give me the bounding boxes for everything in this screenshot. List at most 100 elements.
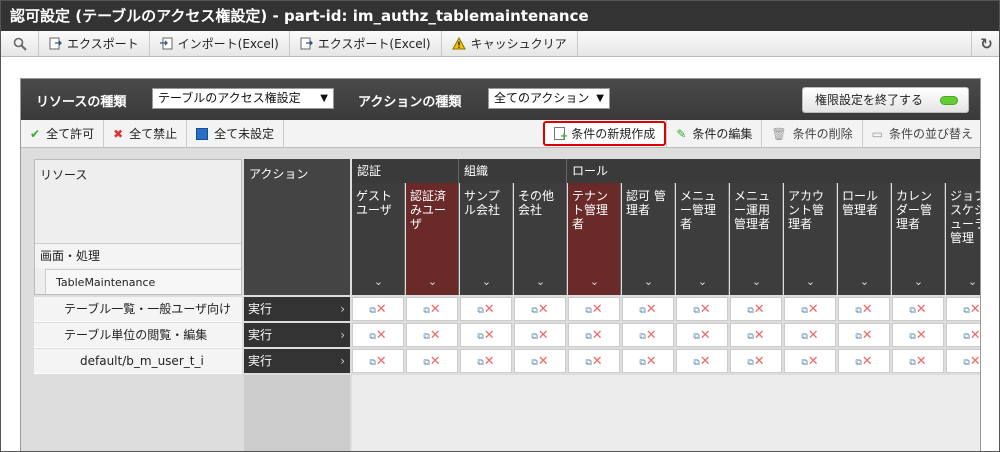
- permission-cell[interactable]: ⧉✕: [514, 323, 566, 347]
- permission-cell[interactable]: ⧉✕: [406, 297, 458, 321]
- permission-cell[interactable]: ⧉✕: [622, 323, 674, 347]
- deny-all-button[interactable]: ✖ 全て禁止: [104, 120, 188, 147]
- export-button[interactable]: エクスポート: [39, 31, 150, 56]
- permission-cell[interactable]: ⧉✕: [406, 323, 458, 347]
- chevron-down-icon[interactable]: ⌄: [676, 275, 728, 289]
- permission-cell[interactable]: ⧉✕: [352, 349, 404, 373]
- deny-icon: ✕: [375, 354, 387, 369]
- permission-cell[interactable]: ⧉✕: [784, 297, 836, 321]
- permission-cell[interactable]: ⧉✕: [568, 297, 620, 321]
- search-button[interactable]: [1, 31, 39, 56]
- chevron-down-icon[interactable]: ⌄: [568, 275, 620, 289]
- chevron-right-icon: ›: [340, 328, 345, 342]
- permission-cell[interactable]: ⧉✕: [352, 323, 404, 347]
- deny-icon: ✕: [591, 302, 603, 317]
- row-action[interactable]: 実行 ›: [244, 349, 350, 373]
- deny-icon: ✕: [753, 354, 765, 369]
- permission-cell[interactable]: ⧉✕: [784, 323, 836, 347]
- status-led-icon: [940, 96, 958, 105]
- permission-cell[interactable]: ⧉✕: [838, 323, 890, 347]
- permission-cell[interactable]: ⧉✕: [514, 349, 566, 373]
- column-header-4[interactable]: テナント管理者 ⌄: [568, 183, 621, 295]
- permission-cell[interactable]: ⧉✕: [730, 349, 782, 373]
- row-action[interactable]: 実行 ›: [244, 323, 350, 347]
- permission-cell[interactable]: ⧉✕: [730, 323, 782, 347]
- new-condition-button[interactable]: + 条件の新規作成: [543, 121, 667, 146]
- permission-cell[interactable]: ⧉✕: [406, 349, 458, 373]
- deny-icon: ✕: [375, 302, 387, 317]
- chevron-down-icon[interactable]: ⌄: [406, 275, 458, 289]
- column-header-9[interactable]: ロール管理者 ⌄: [838, 183, 891, 295]
- column-header-label: メニュー管理者: [680, 189, 717, 231]
- permission-cell[interactable]: ⧉✕: [622, 297, 674, 321]
- column-header-6[interactable]: メニュー管理者 ⌄: [676, 183, 729, 295]
- column-header-11[interactable]: ジョブスケジューラ管理 ⌄: [946, 183, 980, 295]
- chevron-down-icon[interactable]: ⌄: [460, 275, 512, 289]
- column-header-3[interactable]: その他会社 ⌄: [514, 183, 567, 295]
- permission-cell[interactable]: ⧉✕: [676, 323, 728, 347]
- permission-cell[interactable]: ⧉✕: [946, 297, 980, 321]
- column-header-0[interactable]: ゲストユーザ ⌄: [352, 183, 405, 295]
- row-resource[interactable]: テーブル単位の閲覧・編集: [34, 323, 242, 348]
- row-resource[interactable]: default/b_m_user_t_i: [34, 349, 242, 374]
- permission-cell[interactable]: ⧉✕: [892, 349, 944, 373]
- permission-cell[interactable]: ⧉✕: [514, 297, 566, 321]
- chevron-down-icon[interactable]: ⌄: [730, 275, 782, 289]
- import-excel-button[interactable]: インポート(Excel): [150, 31, 290, 56]
- column-header-1[interactable]: 認証済みユーザ ⌄: [406, 183, 459, 295]
- unset-all-button[interactable]: 全て未設定: [187, 120, 285, 147]
- column-header-5[interactable]: 認可 管理者 ⌄: [622, 183, 675, 295]
- column-header-8[interactable]: アカウント管理者 ⌄: [784, 183, 837, 295]
- cache-clear-button[interactable]: キャッシュクリア: [442, 31, 578, 56]
- deny-icon: ✕: [807, 302, 819, 317]
- row-resource[interactable]: テーブル一覧・一般ユーザ向け: [34, 297, 242, 322]
- allow-all-button[interactable]: ✔ 全て許可: [21, 120, 105, 147]
- permission-cell[interactable]: ⧉✕: [568, 349, 620, 373]
- chevron-down-icon[interactable]: ⌄: [352, 275, 404, 289]
- refresh-button[interactable]: ↻: [971, 31, 999, 56]
- chevron-down-icon[interactable]: ⌄: [892, 275, 944, 289]
- action-type-select[interactable]: 全てのアクション ▼: [488, 88, 610, 109]
- permission-cell[interactable]: ⧉✕: [946, 349, 980, 373]
- delete-condition-button[interactable]: 🗑 条件の削除: [761, 120, 861, 147]
- check-icon: ✔: [30, 126, 41, 141]
- deny-icon: ✕: [483, 302, 495, 317]
- permission-cell[interactable]: ⧉✕: [730, 297, 782, 321]
- resource-type-label: リソースの種類: [36, 95, 127, 110]
- resource-type-select[interactable]: テーブルのアクセス権設定 ▼: [152, 88, 334, 109]
- permission-cell[interactable]: ⧉✕: [676, 297, 728, 321]
- permission-cell[interactable]: ⧉✕: [460, 297, 512, 321]
- deny-icon: ✕: [591, 354, 603, 369]
- deny-icon: ✕: [915, 328, 927, 343]
- end-permission-button[interactable]: 権限設定を終了する: [802, 87, 969, 113]
- permission-cell[interactable]: ⧉✕: [946, 323, 980, 347]
- chevron-down-icon[interactable]: ⌄: [784, 275, 836, 289]
- permission-cell[interactable]: ⧉✕: [352, 297, 404, 321]
- permission-cell[interactable]: ⧉✕: [622, 349, 674, 373]
- export-excel-button[interactable]: エクスポート(Excel): [290, 31, 442, 56]
- row-action[interactable]: 実行 ›: [244, 297, 350, 321]
- permission-cell[interactable]: ⧉✕: [460, 349, 512, 373]
- search-icon: [13, 37, 27, 51]
- chevron-down-icon[interactable]: ⌄: [622, 275, 674, 289]
- chevron-down-icon[interactable]: ⌄: [514, 275, 566, 289]
- permission-cell[interactable]: ⧉✕: [838, 349, 890, 373]
- column-header-10[interactable]: カレンダー管理者 ⌄: [892, 183, 945, 295]
- deny-icon: ✕: [699, 328, 711, 343]
- permission-cell[interactable]: ⧉✕: [460, 323, 512, 347]
- column-header-2[interactable]: サンプル会社 ⌄: [460, 183, 513, 295]
- action-header: アクション: [244, 159, 350, 295]
- permission-cell[interactable]: ⧉✕: [838, 297, 890, 321]
- column-header-7[interactable]: メニュー運用管理者 ⌄: [730, 183, 783, 295]
- deny-icon: ✕: [861, 328, 873, 343]
- permission-cell[interactable]: ⧉✕: [892, 323, 944, 347]
- permission-cell[interactable]: ⧉✕: [892, 297, 944, 321]
- permission-cell[interactable]: ⧉✕: [784, 349, 836, 373]
- sort-condition-button[interactable]: ▭ 条件の並び替え: [861, 120, 980, 147]
- permission-cell[interactable]: ⧉✕: [676, 349, 728, 373]
- edit-condition-button[interactable]: ✎ 条件の編集: [666, 120, 761, 147]
- permission-cell[interactable]: ⧉✕: [568, 323, 620, 347]
- deny-icon: ✕: [483, 354, 495, 369]
- chevron-down-icon[interactable]: ⌄: [838, 275, 890, 289]
- chevron-down-icon[interactable]: ⌄: [946, 275, 980, 289]
